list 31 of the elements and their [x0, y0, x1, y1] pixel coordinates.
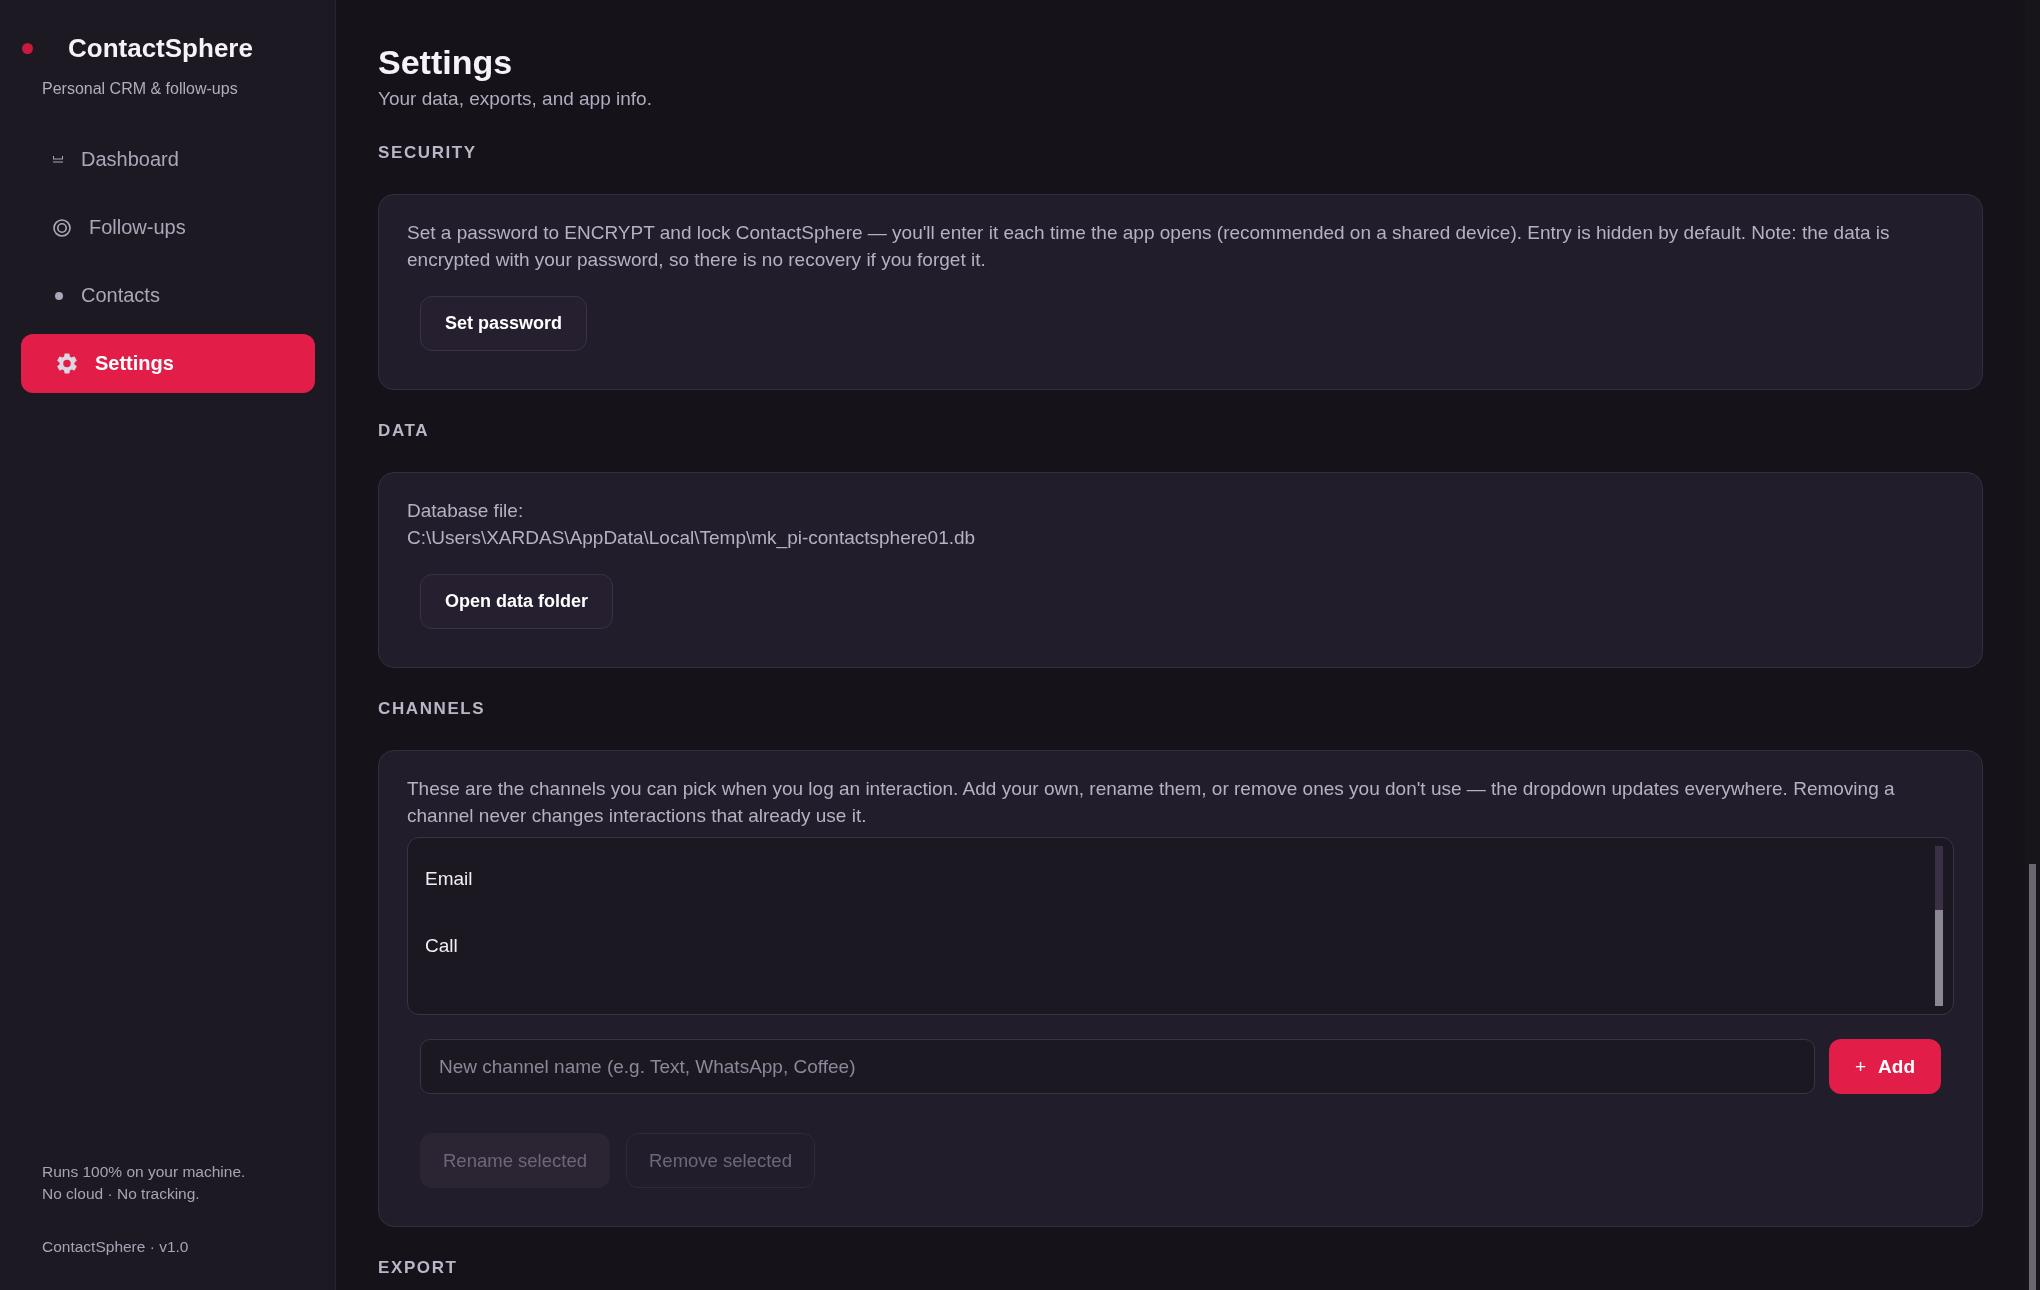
section-heading: CHANNELS	[378, 698, 487, 720]
section-heading: DATA	[378, 420, 431, 442]
channel-name-input[interactable]: New channel name (e.g. Text, WhatsApp, Coffee)	[420, 1039, 1815, 1094]
privacy-note: Runs 100% on your machine.	[42, 1162, 247, 1182]
settings-icon	[57, 353, 77, 374]
app-version: ContactSphere · v1.0	[42, 1237, 190, 1257]
security-description: Set a password to ENCRYPT and lock ContactSphere — you'll enter it each time the app opens (recommended on a shared device). Entry is hidden by default. Note: the data is encrypted with your password, so there is no recovery if you forget it.	[407, 221, 1891, 272]
nav-item[interactable]: Settings	[21, 334, 315, 393]
add-button[interactable]: + Add	[1828, 1039, 1941, 1094]
logo-dot-icon	[22, 42, 33, 54]
channel-list-item[interactable]: Email	[408, 845, 1935, 912]
list-scrollbar[interactable]	[1935, 846, 1943, 1006]
page-subtitle: Your data, exports, and app info.	[378, 87, 653, 111]
database-file-label: Database file:	[407, 499, 525, 523]
nav-item[interactable]: Contacts	[21, 266, 315, 325]
nav-item[interactable]: Dashboard	[21, 130, 315, 189]
section-heading: SECURITY	[378, 142, 478, 164]
lines-icon	[53, 156, 63, 163]
section-heading: EXPORT	[378, 1257, 459, 1279]
page-title: Settings	[378, 42, 514, 83]
channel-list-item[interactable]: Call	[408, 912, 1935, 979]
database-file-path: C:\Users\XARDAS\AppData\Local\Temp\mk_pi-contactsphere01.db	[407, 526, 977, 551]
privacy-note: No cloud · No tracking.	[42, 1184, 201, 1204]
set-password-button[interactable]: Set password	[420, 296, 588, 351]
open-data-folder-button[interactable]: Open data folder	[420, 574, 613, 629]
target-icon	[53, 218, 71, 237]
dot-icon	[55, 291, 63, 300]
app-name: ContactSphere	[68, 32, 253, 65]
channels-description: These are the channels you can pick when you log an interaction. Add your own, rename them, or remove ones you don't use — the dropdown updates everywhere. Removing a channel never changes interactions that already use it.	[407, 777, 1896, 828]
app-tagline: Personal CRM & follow-ups	[42, 79, 239, 99]
nav-item[interactable]: Follow-ups	[21, 198, 315, 257]
